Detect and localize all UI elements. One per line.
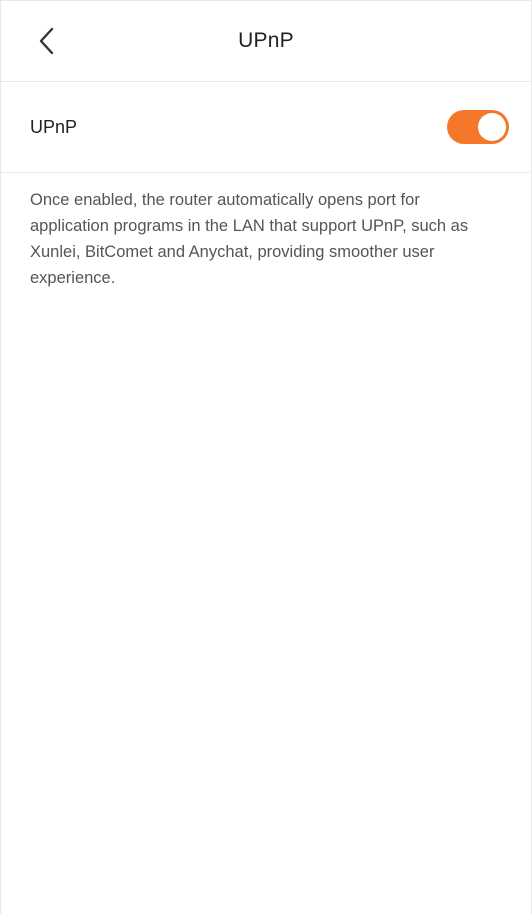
chevron-left-icon [39,27,54,55]
upnp-setting-row: UPnP [1,82,531,173]
upnp-description: Once enabled, the router automatically o… [30,191,469,287]
upnp-screen: UPnP UPnP Once enabled, the router autom… [0,0,532,914]
back-button[interactable] [29,23,65,59]
upnp-toggle[interactable] [447,110,509,144]
header-bar: UPnP [1,1,531,82]
page-title: UPnP [238,29,294,52]
upnp-label: UPnP [30,116,78,137]
toggle-knob [478,113,506,141]
